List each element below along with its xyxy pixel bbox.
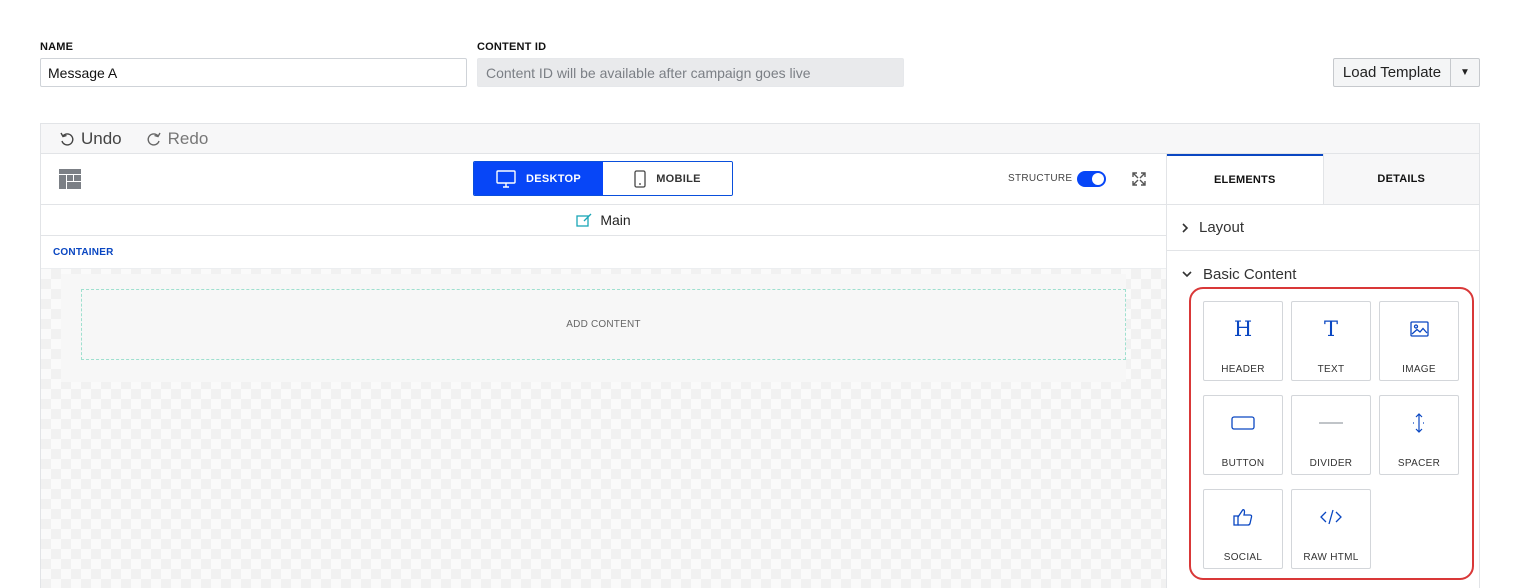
element-header[interactable]: H HEADER <box>1203 301 1283 381</box>
element-image[interactable]: IMAGE <box>1379 301 1459 381</box>
device-toggle: DESKTOP MOBILE <box>473 161 733 196</box>
structure-switch[interactable] <box>1077 171 1106 187</box>
button-icon <box>1231 416 1255 430</box>
desktop-icon <box>496 169 516 188</box>
mobile-icon <box>634 169 646 188</box>
edit-icon <box>576 213 592 227</box>
element-label: SPACER <box>1397 458 1441 469</box>
desktop-label: DESKTOP <box>525 172 582 185</box>
fullscreen-icon[interactable] <box>1131 171 1147 187</box>
image-icon <box>1409 321 1429 337</box>
panel-tabs: ELEMENTS DETAILS <box>1167 154 1479 205</box>
element-raw-html[interactable]: RAW HTML <box>1291 489 1371 569</box>
history-bar: Undo Redo <box>41 124 1479 154</box>
canvas-toolbar: DESKTOP MOBILE STRUCTURE <box>41 154 1166 205</box>
caret-down-icon: ▼ <box>1460 67 1470 78</box>
mobile-tab[interactable]: MOBILE <box>603 162 732 195</box>
element-label: IMAGE <box>1402 364 1436 375</box>
element-label: BUTTON <box>1221 458 1265 469</box>
desktop-tab[interactable]: DESKTOP <box>474 162 603 195</box>
layout-section-label: Layout <box>1199 219 1245 236</box>
element-label: RAW HTML <box>1303 552 1359 563</box>
name-input[interactable] <box>40 58 467 87</box>
section-header[interactable]: Main <box>41 205 1166 236</box>
redo-button[interactable]: Redo <box>146 128 209 149</box>
name-label: NAME <box>40 41 74 53</box>
spacer-icon <box>1413 413 1425 433</box>
content-id-input <box>477 58 904 87</box>
code-icon <box>1320 509 1342 525</box>
element-label: HEADER <box>1221 364 1265 375</box>
element-social[interactable]: SOCIAL <box>1203 489 1283 569</box>
tab-elements[interactable]: ELEMENTS <box>1167 154 1323 204</box>
element-label: DIVIDER <box>1309 458 1353 469</box>
basic-content-section-label: Basic Content <box>1203 265 1297 283</box>
redo-icon <box>147 132 161 146</box>
text-icon: T <box>1323 317 1338 341</box>
element-text[interactable]: T TEXT <box>1291 301 1371 381</box>
canvas-background: ADD CONTENT <box>41 269 1166 588</box>
undo-button[interactable]: Undo <box>59 129 122 149</box>
load-template-dropdown-button[interactable]: ▼ <box>1451 59 1479 86</box>
switch-knob <box>1092 173 1104 185</box>
content-id-label: CONTENT ID <box>477 41 547 53</box>
undo-icon <box>60 132 74 146</box>
element-divider[interactable]: DIVIDER <box>1291 395 1371 475</box>
chevron-right-icon <box>1182 222 1189 233</box>
redo-label: Redo <box>167 128 209 148</box>
design-canvas: DESKTOP MOBILE STRUCTURE Main CONTAINER … <box>41 154 1166 588</box>
add-content-dropzone[interactable]: ADD CONTENT <box>81 289 1126 360</box>
mobile-label: MOBILE <box>656 172 701 185</box>
content-block: ADD CONTENT <box>61 274 1126 382</box>
element-label: TEXT <box>1317 364 1345 375</box>
element-label: SOCIAL <box>1223 552 1263 563</box>
structure-label: STRUCTURE <box>1008 173 1073 184</box>
chevron-down-icon <box>1182 271 1192 278</box>
layout-grid-icon[interactable] <box>59 169 81 189</box>
element-button[interactable]: BUTTON <box>1203 395 1283 475</box>
element-spacer[interactable]: SPACER <box>1379 395 1459 475</box>
container-label[interactable]: CONTAINER <box>41 236 1166 269</box>
undo-label: Undo <box>81 128 122 148</box>
divider-icon <box>1319 422 1343 424</box>
load-template-button[interactable]: Load Template <box>1334 59 1451 86</box>
header-icon: H <box>1233 317 1253 341</box>
load-template-button-group: Load Template ▼ <box>1333 58 1480 87</box>
section-title: Main <box>600 212 631 228</box>
social-icon <box>1233 509 1253 526</box>
layout-section-toggle[interactable]: Layout <box>1167 205 1479 251</box>
tab-details[interactable]: DETAILS <box>1322 154 1479 204</box>
